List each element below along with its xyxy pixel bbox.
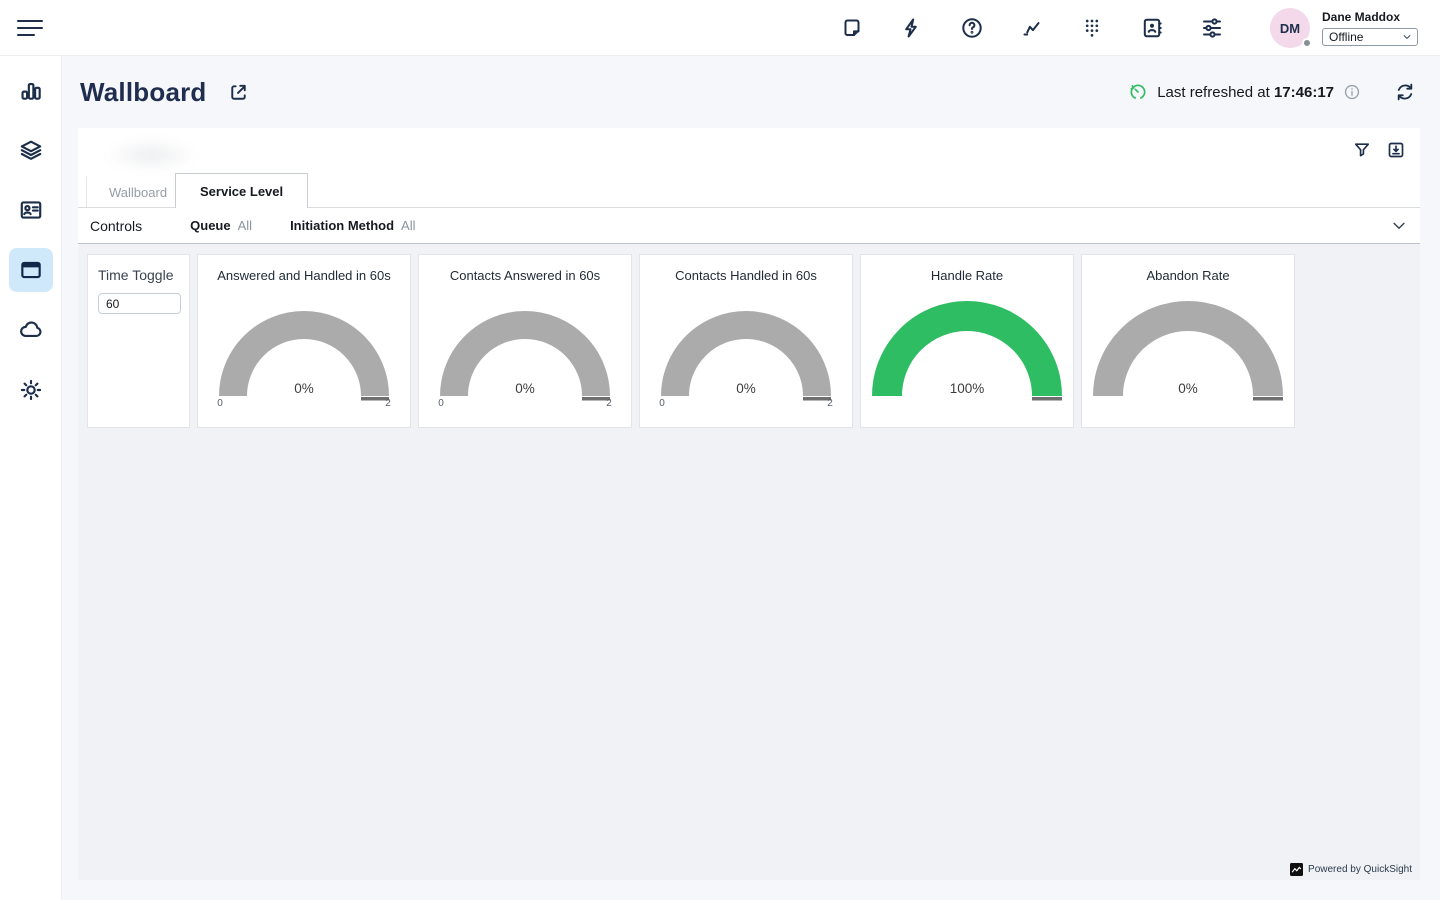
filter-icon[interactable] [1352,140,1372,160]
gauge-chart: 100% [861,288,1073,410]
sidebar-item-wallboard[interactable] [9,248,53,292]
bar-chart-icon [18,77,44,103]
filter-initiation-method[interactable]: Initiation Method All [290,218,415,233]
gauge-chart: 0% 0 2 [419,288,631,410]
svg-text:2: 2 [385,398,391,409]
time-toggle-card: Time Toggle [87,254,190,428]
svg-text:0%: 0% [515,381,535,396]
page-header: Wallboard Last refreshed at 17:46:17 [62,56,1440,128]
sidebar-item-settings[interactable] [9,368,53,412]
gauge-title: Answered and Handled in 60s [198,268,410,283]
svg-text:0: 0 [659,398,665,409]
gauge-title: Abandon Rate [1082,268,1294,283]
gauge-card-handle-rate: Handle Rate 100% [860,254,1074,428]
info-icon[interactable] [1343,83,1361,101]
page-title: Wallboard [80,77,207,108]
metrics-icon[interactable] [1020,16,1044,40]
topbar-actions: DM Dane Maddox Offline [840,0,1418,56]
timer-icon [1128,82,1148,102]
tab-strip: Wallboard Service Level [78,173,1420,208]
gear-icon [18,377,44,403]
directory-icon[interactable] [1140,16,1164,40]
time-toggle-input[interactable] [98,293,181,314]
note-icon[interactable] [840,16,864,40]
time-toggle-label: Time Toggle [98,267,179,283]
svg-text:2: 2 [606,398,612,409]
svg-text:0%: 0% [294,381,314,396]
gauge-chart: 0% [1082,288,1294,410]
svg-text:0%: 0% [1178,381,1198,396]
widgets-row: Time Toggle Answered and Handled in 60s … [87,254,1295,428]
avatar[interactable]: DM [1270,8,1310,48]
gauge-card-abandon-rate: Abandon Rate 0% [1081,254,1295,428]
user-area: DM Dane Maddox Offline [1270,8,1418,48]
cloud-icon [18,317,44,343]
svg-text:0%: 0% [736,381,756,396]
gauge-card-contacts-handled: Contacts Handled in 60s 0% 0 2 [639,254,853,428]
last-refreshed-text: Last refreshed at 17:46:17 [1157,84,1334,101]
controls-row: Controls Queue All Initiation Method All [78,208,1420,244]
filter-queue[interactable]: Queue All [190,218,252,233]
layers-icon [18,137,44,163]
sidebar-item-metrics[interactable] [9,68,53,112]
external-link-icon[interactable] [227,81,250,104]
browser-window-icon [18,257,44,283]
sidebar-nav [0,56,62,900]
lightning-icon[interactable] [900,16,924,40]
user-name: Dane Maddox [1322,10,1418,24]
gauge-title: Handle Rate [861,268,1073,283]
top-bar: DM Dane Maddox Offline [0,0,1440,56]
tab-wallboard[interactable]: Wallboard [86,177,189,208]
sidebar-item-contacts[interactable] [9,188,53,232]
gauge-card-contacts-answered: Contacts Answered in 60s 0% 0 2 [418,254,632,428]
svg-text:0: 0 [217,398,223,409]
status-dot [1302,38,1312,48]
refresh-button[interactable] [1394,81,1416,103]
sidebar-item-layers[interactable] [9,128,53,172]
chevron-down-icon [1390,217,1408,235]
ghost-watermark [86,132,216,178]
export-icon[interactable] [1386,140,1406,160]
dashboard-panel: Wallboard Service Level Controls Queue A… [78,128,1420,244]
gauge-title: Contacts Handled in 60s [640,268,852,283]
sliders-icon[interactable] [1200,16,1224,40]
gauge-chart: 0% 0 2 [640,288,852,410]
gauge-card-answered-handled: Answered and Handled in 60s 0% 0 2 [197,254,411,428]
svg-text:2: 2 [827,398,833,409]
avatar-initials: DM [1280,21,1300,36]
dialpad-icon[interactable] [1080,16,1104,40]
sidebar-item-cloud[interactable] [9,308,53,352]
refresh-icon [1394,81,1416,103]
gauge-chart: 0% 0 2 [198,288,410,410]
agent-status-select[interactable]: Offline [1322,28,1418,46]
quicksight-embed: Wallboard Service Level Controls Queue A… [78,128,1420,880]
svg-text:100%: 100% [950,381,985,396]
controls-label: Controls [90,218,142,234]
main-content: Wallboard Last refreshed at 17:46:17 [62,56,1440,900]
controls-collapse-button[interactable] [1390,217,1408,235]
svg-text:0: 0 [438,398,444,409]
quicksight-logo-icon [1290,863,1303,876]
powered-by-quicksight: Powered by QuickSight [1290,863,1412,876]
gauge-title: Contacts Answered in 60s [419,268,631,283]
chevron-down-icon [1402,32,1412,42]
menu-icon[interactable] [16,16,44,40]
tab-service-level[interactable]: Service Level [175,173,308,208]
agent-status-value: Offline [1329,30,1363,44]
help-icon[interactable] [960,16,984,40]
contact-card-icon [18,197,44,223]
